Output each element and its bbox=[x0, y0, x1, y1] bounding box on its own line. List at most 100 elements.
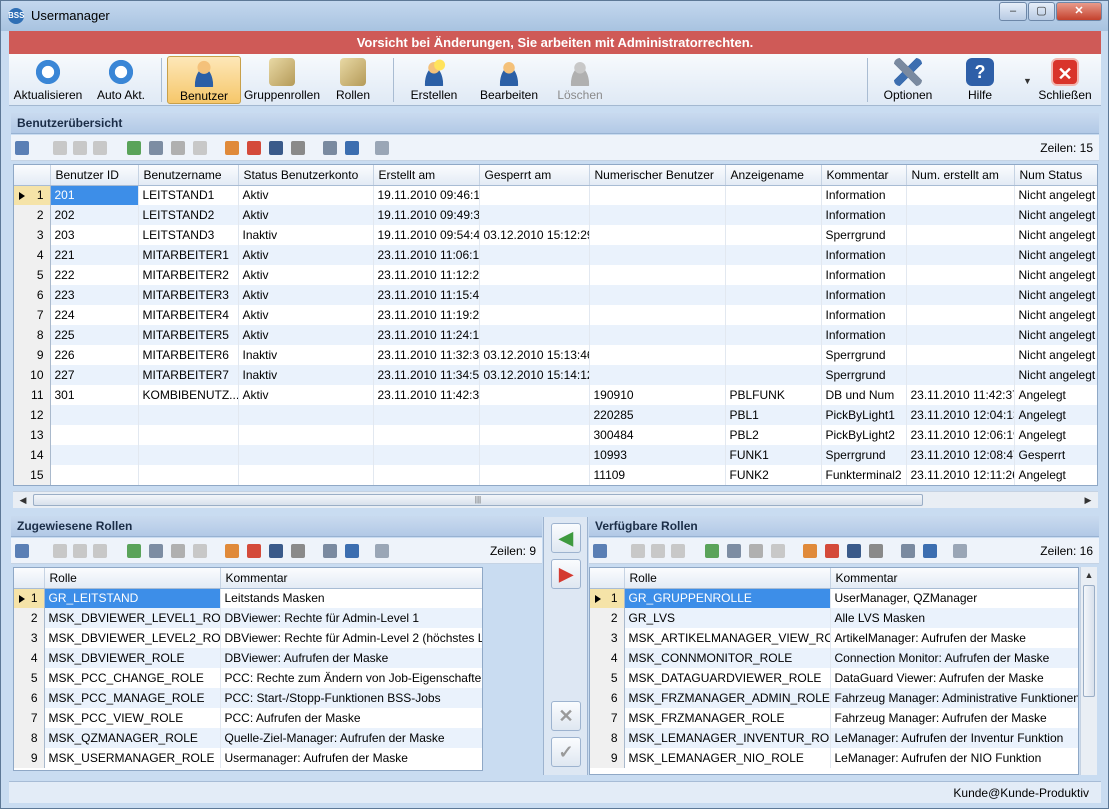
row-number[interactable]: 3 bbox=[590, 628, 625, 648]
column-header[interactable]: Numerischer Benutzer bbox=[589, 165, 726, 186]
column-chooser-icon[interactable] bbox=[15, 544, 29, 558]
table-cell[interactable] bbox=[373, 465, 480, 485]
table-cell[interactable] bbox=[906, 225, 1015, 245]
settings-icon[interactable] bbox=[375, 544, 389, 558]
table-cell[interactable]: PBL1 bbox=[725, 405, 822, 425]
filter-icon[interactable] bbox=[631, 544, 645, 558]
table-cell[interactable] bbox=[479, 445, 590, 465]
table-cell[interactable] bbox=[725, 205, 822, 225]
table-cell[interactable]: Fahrzeug Manager: Aufrufen der Maske bbox=[830, 708, 1078, 728]
sort-icon[interactable] bbox=[269, 141, 283, 155]
print-icon[interactable] bbox=[923, 544, 937, 558]
row-number[interactable]: 9 bbox=[590, 748, 625, 768]
table-cell[interactable] bbox=[725, 225, 822, 245]
column-header[interactable]: Kommentar bbox=[220, 568, 482, 589]
close-button[interactable]: ✕ Schließen bbox=[1033, 56, 1097, 104]
table-cell[interactable]: Alle LVS Masken bbox=[830, 608, 1078, 628]
table-cell[interactable] bbox=[373, 425, 480, 445]
row-number[interactable]: 1 bbox=[14, 588, 45, 608]
filter-remove-icon[interactable] bbox=[171, 141, 185, 155]
table-row[interactable]: 4 221 MITARBEITER1 Aktiv 23.11.2010 11:06:19… bbox=[14, 245, 1097, 265]
table-cell[interactable]: 03.12.2010 15:14:12 bbox=[479, 365, 590, 385]
table-cell[interactable]: MSK_DBVIEWER_LEVEL1_ROLE bbox=[44, 608, 221, 628]
table-cell[interactable]: Information bbox=[821, 285, 907, 305]
row-number[interactable]: 11 bbox=[14, 385, 51, 405]
table-cell[interactable]: KOMBIBENUTZ... bbox=[138, 385, 239, 405]
table-cell[interactable] bbox=[725, 245, 822, 265]
table-cell[interactable]: 227 bbox=[50, 365, 139, 385]
table-cell[interactable] bbox=[725, 365, 822, 385]
settings-icon[interactable] bbox=[953, 544, 967, 558]
table-cell[interactable] bbox=[479, 325, 590, 345]
print-icon[interactable] bbox=[345, 544, 359, 558]
table-row[interactable]: 3 203 LEITSTAND3 Inaktiv 19.11.2010 09:54:48… bbox=[14, 225, 1097, 245]
row-number[interactable]: 8 bbox=[590, 728, 625, 748]
column-chooser-icon[interactable] bbox=[15, 141, 29, 155]
row-number[interactable]: 6 bbox=[14, 285, 51, 305]
table-cell[interactable]: DataGuard Viewer: Aufrufen der Maske bbox=[830, 668, 1078, 688]
group-icon[interactable] bbox=[225, 141, 239, 155]
scroll-up-icon[interactable]: ▲ bbox=[1081, 567, 1097, 583]
row-number[interactable]: 5 bbox=[14, 668, 45, 688]
filter-clear-icon[interactable] bbox=[193, 544, 207, 558]
table-cell[interactable]: 11109 bbox=[589, 465, 726, 485]
print-icon[interactable] bbox=[345, 141, 359, 155]
table-cell[interactable]: 10993 bbox=[589, 445, 726, 465]
row-number[interactable]: 2 bbox=[14, 205, 51, 225]
create-button[interactable]: Erstellen bbox=[405, 56, 463, 104]
table-cell[interactable] bbox=[373, 405, 480, 425]
table-cell[interactable]: Angelegt bbox=[1014, 465, 1097, 485]
table-cell[interactable] bbox=[138, 405, 239, 425]
table-cell[interactable]: Aktiv bbox=[238, 265, 374, 285]
table-cell[interactable]: 19.11.2010 09:46:17 bbox=[373, 185, 480, 205]
table-cell[interactable] bbox=[589, 225, 726, 245]
row-number[interactable]: 5 bbox=[590, 668, 625, 688]
column-header[interactable]: Kommentar bbox=[830, 568, 1078, 589]
column-header[interactable]: Kommentar bbox=[821, 165, 907, 186]
table-row[interactable]: 13 300484 PBL2 PickByLight2 23.11.2010 12:06… bbox=[14, 425, 1097, 445]
table-cell[interactable]: Information bbox=[821, 205, 907, 225]
table-row[interactable]: 7 224 MITARBEITER4 Aktiv 23.11.2010 11:19:25… bbox=[14, 305, 1097, 325]
table-cell[interactable]: 23.11.2010 12:04:13 bbox=[906, 405, 1015, 425]
table-cell[interactable] bbox=[589, 305, 726, 325]
export-icon[interactable] bbox=[901, 544, 915, 558]
table-cell[interactable] bbox=[238, 405, 374, 425]
table-cell[interactable] bbox=[238, 425, 374, 445]
row-number[interactable]: 8 bbox=[14, 728, 45, 748]
table-cell[interactable]: Usermanager: Aufrufen der Maske bbox=[220, 748, 482, 768]
table-row[interactable]: 10 227 MITARBEITER7 Inaktiv 23.11.2010 11:34… bbox=[14, 365, 1097, 385]
table-cell[interactable]: MITARBEITER3 bbox=[138, 285, 239, 305]
table-cell[interactable]: Funkterminal2 bbox=[821, 465, 907, 485]
table-cell[interactable]: Inaktiv bbox=[238, 345, 374, 365]
table-cell[interactable]: 203 bbox=[50, 225, 139, 245]
table-row[interactable]: 7 MSK_PCC_VIEW_ROLE PCC: Aufrufen der Mask… bbox=[14, 708, 482, 728]
table-cell[interactable]: 226 bbox=[50, 345, 139, 365]
table-cell[interactable] bbox=[589, 245, 726, 265]
table-cell[interactable]: MITARBEITER6 bbox=[138, 345, 239, 365]
table-cell[interactable]: 225 bbox=[50, 325, 139, 345]
table-cell[interactable]: Aktiv bbox=[238, 245, 374, 265]
table-cell[interactable] bbox=[725, 345, 822, 365]
grid-icon[interactable] bbox=[291, 544, 305, 558]
table-cell[interactable]: MSK_QZMANAGER_ROLE bbox=[44, 728, 221, 748]
column-header[interactable]: Gesperrt am bbox=[479, 165, 590, 186]
table-cell[interactable] bbox=[479, 285, 590, 305]
table-cell[interactable]: Nicht angelegt bbox=[1014, 285, 1097, 305]
table-cell[interactable] bbox=[725, 285, 822, 305]
row-number[interactable]: 2 bbox=[590, 608, 625, 628]
filter-icon[interactable] bbox=[73, 141, 87, 155]
table-row[interactable]: 7 MSK_FRZMANAGER_ROLE Fahrzeug Manager: Au… bbox=[590, 708, 1078, 728]
table-cell[interactable]: MSK_ARTIKELMANAGER_VIEW_ROLE bbox=[624, 628, 831, 648]
table-cell[interactable]: MITARBEITER5 bbox=[138, 325, 239, 345]
row-number[interactable]: 8 bbox=[14, 325, 51, 345]
filter-add-icon[interactable] bbox=[127, 141, 141, 155]
table-cell[interactable]: DBViewer: Aufrufen der Maske bbox=[220, 648, 482, 668]
table-cell[interactable]: Nicht angelegt bbox=[1014, 185, 1097, 205]
table-cell[interactable] bbox=[906, 365, 1015, 385]
table-row[interactable]: 3 MSK_DBVIEWER_LEVEL2_ROLE DBViewer: Recht… bbox=[14, 628, 482, 648]
row-number[interactable]: 1 bbox=[14, 185, 51, 205]
table-cell[interactable]: 23.11.2010 11:34:57 bbox=[373, 365, 480, 385]
table-cell[interactable]: MSK_PCC_MANAGE_ROLE bbox=[44, 688, 221, 708]
row-number[interactable]: 4 bbox=[14, 648, 45, 668]
table-cell[interactable]: 300484 bbox=[589, 425, 726, 445]
